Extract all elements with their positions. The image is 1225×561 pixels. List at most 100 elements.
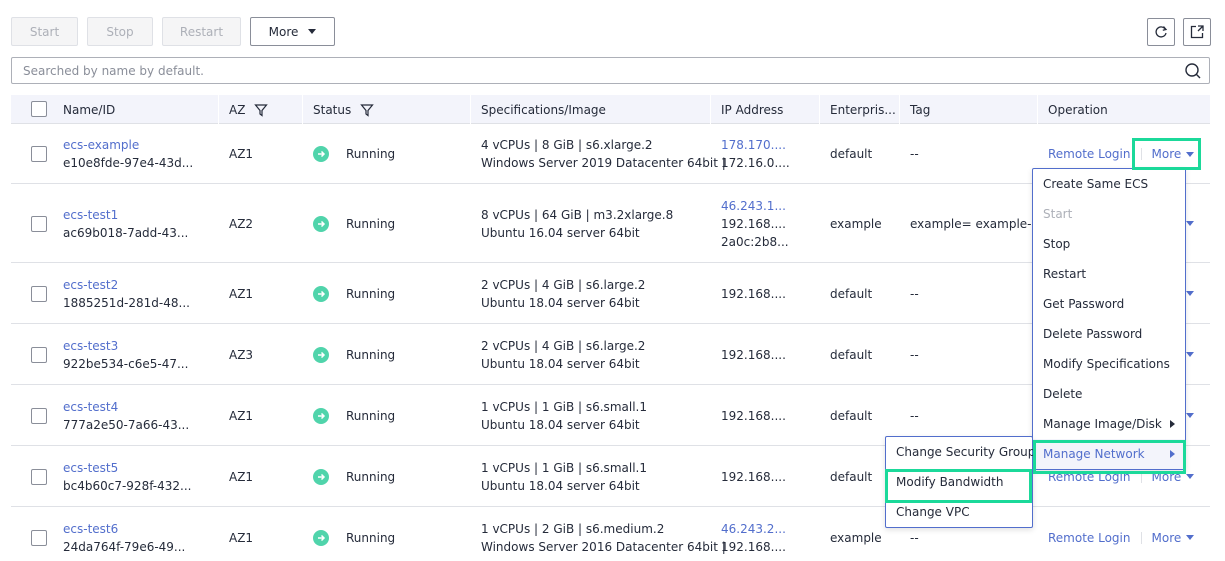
menu-item-delete-password[interactable]: Delete Password: [1033, 319, 1185, 349]
menu-item-label: Change Security Group: [896, 445, 1036, 459]
search-input[interactable]: [23, 63, 1173, 78]
submenu-item-change-vpc[interactable]: Change VPC: [886, 497, 1032, 527]
row-checkbox[interactable]: [31, 346, 47, 363]
ip-address-cell: 178.170.... 172.16.0....: [721, 136, 790, 172]
caret-down-icon: [1186, 352, 1195, 357]
menu-item-create-same-ecs[interactable]: Create Same ECS: [1033, 169, 1185, 199]
remote-login-link[interactable]: Remote Login: [1048, 531, 1131, 545]
instance-name-link[interactable]: ecs-test2: [63, 276, 190, 294]
more-actions-label: More: [268, 24, 299, 39]
status-cell: Running: [313, 468, 395, 486]
operation-cell: Remote Login More: [1048, 145, 1195, 163]
specification-text: 1 vCPUs | 1 GiB | s6.small.1: [481, 399, 647, 414]
eip-link[interactable]: 178.170....: [721, 136, 790, 154]
menu-item-start[interactable]: Start: [1033, 199, 1185, 229]
caret-down-icon: [1186, 413, 1195, 418]
instance-name-link[interactable]: ecs-test4: [63, 398, 189, 416]
instance-name-link[interactable]: ecs-test5: [63, 459, 191, 477]
tag-value: --: [910, 530, 919, 545]
enterprise-project-value: example: [830, 530, 882, 545]
private-ip: 192.168....: [721, 216, 786, 231]
caret-down-icon: [1186, 221, 1195, 226]
specification-text: 1 vCPUs | 1 GiB | s6.small.1: [481, 460, 647, 475]
table-row[interactable]: ecs-test3 922be534-c6e5-47... AZ3 Runnin…: [11, 324, 1210, 385]
status-text: Running: [346, 286, 396, 301]
ip-address-cell: 46.243.2... 192.168....: [721, 520, 786, 556]
menu-item-stop[interactable]: Stop: [1033, 229, 1185, 259]
eip-link[interactable]: 46.243.1...: [721, 197, 789, 215]
divider: [1140, 148, 1142, 160]
specification-text: 1 vCPUs | 2 GiB | s6.medium.2: [481, 521, 665, 536]
menu-item-manage-image-disk[interactable]: Manage Image/Disk: [1033, 409, 1185, 439]
more-actions-button[interactable]: More: [250, 17, 335, 46]
column-header-status: Status: [302, 95, 375, 124]
eip-link[interactable]: 46.243.2...: [721, 520, 786, 538]
divider: [1140, 531, 1142, 544]
tag-value: --: [910, 347, 919, 362]
status-cell: Running: [313, 346, 395, 364]
status-text: Running: [346, 408, 396, 423]
toolbar: Start Stop Restart More: [11, 17, 335, 46]
caret-down-icon: [1186, 474, 1195, 479]
row-checkbox[interactable]: [31, 468, 47, 485]
submenu-item-change-security-group[interactable]: Change Security Group: [886, 437, 1036, 467]
image-text: Ubuntu 18.04 server 64bit: [481, 417, 640, 432]
table-header: Name/ID AZ Status Specifications/Image I…: [11, 95, 1210, 124]
running-status-icon: [313, 529, 329, 546]
instance-name-link[interactable]: ecs-test6: [63, 520, 185, 538]
private-ip: 192.168....: [721, 286, 786, 301]
more-operations-link[interactable]: More: [1152, 531, 1182, 545]
start-button[interactable]: Start: [11, 17, 78, 46]
menu-item-delete[interactable]: Delete: [1033, 379, 1185, 409]
row-checkbox[interactable]: [31, 146, 47, 162]
specification-text: 4 vCPUs | 8 GiB | s6.xlarge.2: [481, 138, 653, 152]
stop-button[interactable]: Stop: [87, 17, 153, 46]
menu-item-label: Modify Specifications: [1043, 357, 1170, 371]
enterprise-project-value: default: [830, 147, 873, 161]
specification-text: 8 vCPUs | 64 GiB | m3.2xlarge.8: [481, 207, 674, 222]
instance-id: 24da764f-79e6-49...: [63, 539, 186, 554]
image-text: Windows Server 2019 Datacenter 64bit |: [481, 156, 726, 170]
private-ip: 2a0c:2b8...: [721, 234, 789, 249]
instance-name-link[interactable]: ecs-test1: [63, 206, 188, 224]
table-row[interactable]: ecs-test2 1885251d-281d-48... AZ1 Runnin…: [11, 263, 1210, 324]
filter-icon[interactable]: [360, 103, 375, 117]
caret-down-icon: [1186, 535, 1195, 540]
remote-login-link[interactable]: Remote Login: [1048, 470, 1131, 484]
menu-item-manage-network[interactable]: Manage Network: [1033, 439, 1185, 469]
instance-name-link[interactable]: ecs-test3: [63, 337, 188, 355]
more-operations-link[interactable]: More: [1152, 147, 1182, 161]
instance-name-link[interactable]: ecs-example: [63, 136, 193, 154]
select-all-checkbox[interactable]: [31, 101, 47, 117]
ip-address-cell: 192.168....: [721, 407, 786, 425]
column-header-az: AZ: [218, 95, 269, 124]
restart-button[interactable]: Restart: [162, 17, 241, 46]
refresh-button[interactable]: [1147, 18, 1175, 46]
column-header-az-label: AZ: [229, 102, 246, 117]
row-checkbox[interactable]: [31, 407, 47, 424]
search-icon[interactable]: [1184, 62, 1202, 80]
status-cell: Running: [313, 215, 395, 233]
table-row[interactable]: ecs-example e10e8fde-97e4-43d... AZ1 Run…: [11, 124, 1210, 184]
instance-id: 1885251d-281d-48...: [63, 295, 190, 310]
export-button[interactable]: [1183, 18, 1211, 46]
running-status-icon: [313, 215, 329, 232]
tag-value: example= example-...: [910, 216, 1043, 231]
remote-login-link[interactable]: Remote Login: [1048, 147, 1131, 161]
submenu-item-modify-bandwidth[interactable]: Modify Bandwidth: [886, 467, 1032, 497]
menu-item-get-password[interactable]: Get Password: [1033, 289, 1185, 319]
filter-icon[interactable]: [254, 103, 269, 117]
enterprise-project-value: default: [830, 408, 873, 423]
more-operations-link[interactable]: More: [1152, 470, 1182, 484]
row-checkbox[interactable]: [31, 285, 47, 302]
menu-item-modify-specifications[interactable]: Modify Specifications: [1033, 349, 1185, 379]
tag-value: --: [910, 286, 919, 301]
az-value: AZ1: [229, 147, 254, 161]
table-row[interactable]: ecs-test1 ac69b018-7add-43... AZ2 Runnin…: [11, 184, 1210, 263]
instance-id: ac69b018-7add-43...: [63, 225, 189, 240]
specification-text: 2 vCPUs | 4 GiB | s6.large.2: [481, 277, 646, 292]
row-checkbox[interactable]: [31, 529, 47, 546]
menu-item-restart[interactable]: Restart: [1033, 259, 1185, 289]
ip-address-cell: 192.168....: [721, 468, 786, 486]
row-checkbox[interactable]: [31, 215, 47, 232]
